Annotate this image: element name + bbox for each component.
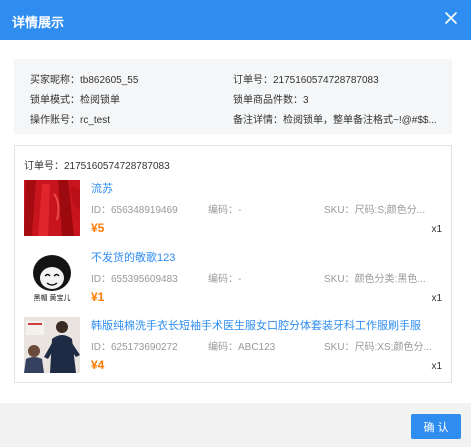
product-price: ¥1 [91, 290, 105, 304]
product-sku-label: SKU： [324, 274, 355, 285]
product-title-link[interactable]: 不发货的敬歌123 [91, 249, 175, 265]
operator-account: 操作账号：rc_test [30, 111, 110, 126]
product-code: 编码：- [208, 270, 241, 285]
summary-row-3: 操作账号：rc_test 备注详情：检阅锁单，整单备注格式~!@#$$... [30, 111, 440, 127]
product-thumbnail[interactable]: 黑帽 黄宝儿 [24, 249, 80, 305]
product-sku: SKU：尺码:XS;颜色分... [324, 338, 432, 353]
product-code-value: ABC123 [238, 342, 276, 353]
thumbnail-caption: 黑帽 黄宝儿 [33, 295, 71, 302]
product-code-value: - [238, 274, 242, 285]
summary-row-2: 锁单模式：检阅锁单 锁单商品件数：3 [30, 91, 440, 107]
panel-order-label: 订单号： [24, 161, 64, 172]
product-code: 编码：- [208, 201, 241, 216]
product-id-label: ID： [91, 342, 111, 353]
order-value: 2175160574728787083 [273, 75, 379, 86]
buyer-nickname: 买家昵称：tb862605_55 [30, 71, 138, 86]
product-price: ¥4 [91, 358, 105, 372]
order-number: 订单号：2175160574728787083 [233, 71, 379, 86]
confirm-button[interactable]: 确 认 [411, 414, 461, 439]
remark-label: 备注详情： [233, 115, 283, 126]
product-title-link[interactable]: 流苏 [91, 180, 113, 196]
remark-detail: 备注详情：检阅锁单，整单备注格式~!@#$$... [233, 111, 437, 126]
product-id-label: ID： [91, 205, 111, 216]
product-id-label: ID： [91, 274, 111, 285]
buyer-label: 买家昵称： [30, 75, 80, 86]
product-id-value: 655395609483 [111, 274, 178, 285]
product-title-link[interactable]: 韩版纯棉洗手衣长短袖手术医生服女口腔分体套装牙科工作服刷手服 [91, 317, 421, 333]
lock-mode-value: 检阅锁单 [80, 95, 120, 106]
remark-value: 检阅锁单，整单备注格式~!@#$$... [283, 115, 437, 126]
product-code-label: 编码： [208, 205, 238, 216]
product-quantity: x1 [431, 224, 442, 235]
product-id: ID：656348919469 [91, 201, 178, 216]
product-sku-value: 尺码:S;颜色分... [354, 205, 426, 216]
lock-mode-label: 锁单模式： [30, 95, 80, 106]
order-summary: 买家昵称：tb862605_55 订单号：2175160574728787083… [14, 59, 452, 134]
panel-order-value: 2175160574728787083 [64, 161, 170, 172]
product-price: ¥5 [91, 221, 105, 235]
lock-mode: 锁单模式：检阅锁单 [30, 91, 120, 106]
product-code-label: 编码： [208, 342, 238, 353]
product-sku: SKU：尺码:S;颜色分... [324, 201, 425, 216]
summary-row-1: 买家昵称：tb862605_55 订单号：2175160574728787083 [30, 71, 440, 87]
dialog-title: 详情展示 [12, 15, 65, 30]
dialog-footer: 确 认 [0, 403, 471, 447]
product-thumbnail[interactable] [24, 317, 80, 373]
product-sku-value: 尺码:XS;颜色分... [354, 342, 432, 353]
product-id: ID：655395609483 [91, 270, 178, 285]
list-item: 韩版纯棉洗手衣长短袖手术医生服女口腔分体套装牙科工作服刷手服 ID：625173… [24, 317, 442, 373]
product-sku-value: 颜色分类:黑色... [354, 274, 426, 285]
product-id-value: 656348919469 [111, 205, 178, 216]
product-quantity: x1 [431, 361, 442, 372]
product-id: ID：625173690272 [91, 338, 178, 353]
product-sku-label: SKU： [324, 205, 355, 216]
operator-label: 操作账号： [30, 115, 80, 126]
lock-count: 锁单商品件数：3 [233, 91, 309, 106]
order-label: 订单号： [233, 75, 273, 86]
product-quantity: x1 [431, 293, 442, 304]
close-icon[interactable] [441, 8, 461, 28]
panel-order-number: 订单号：2175160574728787083 [24, 157, 170, 172]
product-thumbnail[interactable] [24, 180, 80, 236]
dialog-header: 详情展示 [0, 0, 471, 40]
product-code: 编码：ABC123 [208, 338, 275, 353]
order-items-panel: 订单号：2175160574728787083 流苏 ID：6563489194… [14, 145, 452, 383]
product-id-value: 625173690272 [111, 342, 178, 353]
lock-count-label: 锁单商品件数： [233, 95, 303, 106]
product-code-label: 编码： [208, 274, 238, 285]
product-code-value: - [238, 205, 242, 216]
lock-count-value: 3 [303, 95, 309, 106]
buyer-value: tb862605_55 [80, 75, 139, 86]
list-item: 流苏 ID：656348919469 编码：- SKU：尺码:S;颜色分... … [24, 180, 442, 236]
list-item: 黑帽 黄宝儿 不发货的敬歌123 ID：655395609483 编码：- SK… [24, 249, 442, 305]
product-sku-label: SKU： [324, 342, 355, 353]
product-sku: SKU：颜色分类:黑色... [324, 270, 426, 285]
operator-value: rc_test [80, 115, 111, 126]
